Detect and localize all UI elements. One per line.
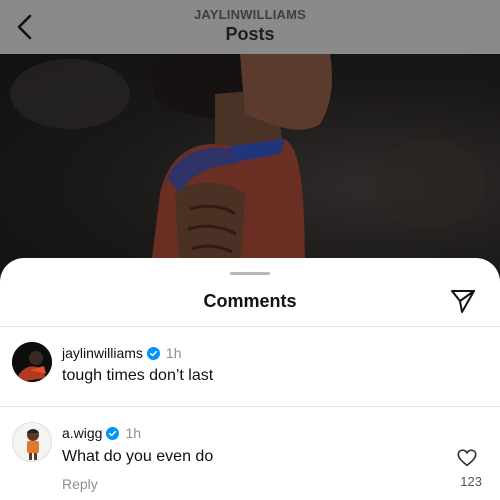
page-title: Posts xyxy=(225,24,275,44)
avatar-image xyxy=(12,342,52,382)
comment-header: jaylinwilliams 1h xyxy=(62,345,181,361)
heart-icon xyxy=(457,449,477,467)
avatar[interactable] xyxy=(12,342,52,382)
profile-username: JAYLINWILLIAMS xyxy=(193,7,307,22)
player-photo xyxy=(10,54,485,274)
sheet-grabber[interactable] xyxy=(230,272,270,275)
comments-sheet: Comments jaylinwilliams 1h tough times d… xyxy=(0,258,500,500)
avatar-image xyxy=(13,423,51,461)
send-icon xyxy=(451,290,475,313)
comment-username[interactable]: a.wigg xyxy=(62,425,102,441)
share-button[interactable] xyxy=(448,286,478,316)
comment-text: What do you even do xyxy=(62,448,214,465)
comment-timestamp: 1h xyxy=(165,345,182,361)
comments-title: Comments xyxy=(203,291,297,311)
avatar[interactable] xyxy=(12,422,52,462)
comment-item: jaylinwilliams 1h tough times don’t last xyxy=(0,326,500,406)
reply-button[interactable]: Reply xyxy=(62,476,98,492)
post-image[interactable] xyxy=(0,54,500,274)
comment-header: a.wigg 1h xyxy=(62,425,141,441)
verified-badge-icon xyxy=(146,346,160,360)
comment-text: tough times don’t last xyxy=(62,367,214,384)
comment-timestamp: 1h xyxy=(125,425,142,441)
comment-username[interactable]: jaylinwilliams xyxy=(62,345,143,361)
comment-item: a.wigg 1h What do you even do Reply 123 xyxy=(0,406,500,500)
like-button[interactable] xyxy=(456,447,478,469)
verified-badge-icon xyxy=(106,426,120,440)
top-header: JAYLINWILLIAMS Posts xyxy=(0,0,500,54)
like-count: 123 xyxy=(460,474,482,489)
